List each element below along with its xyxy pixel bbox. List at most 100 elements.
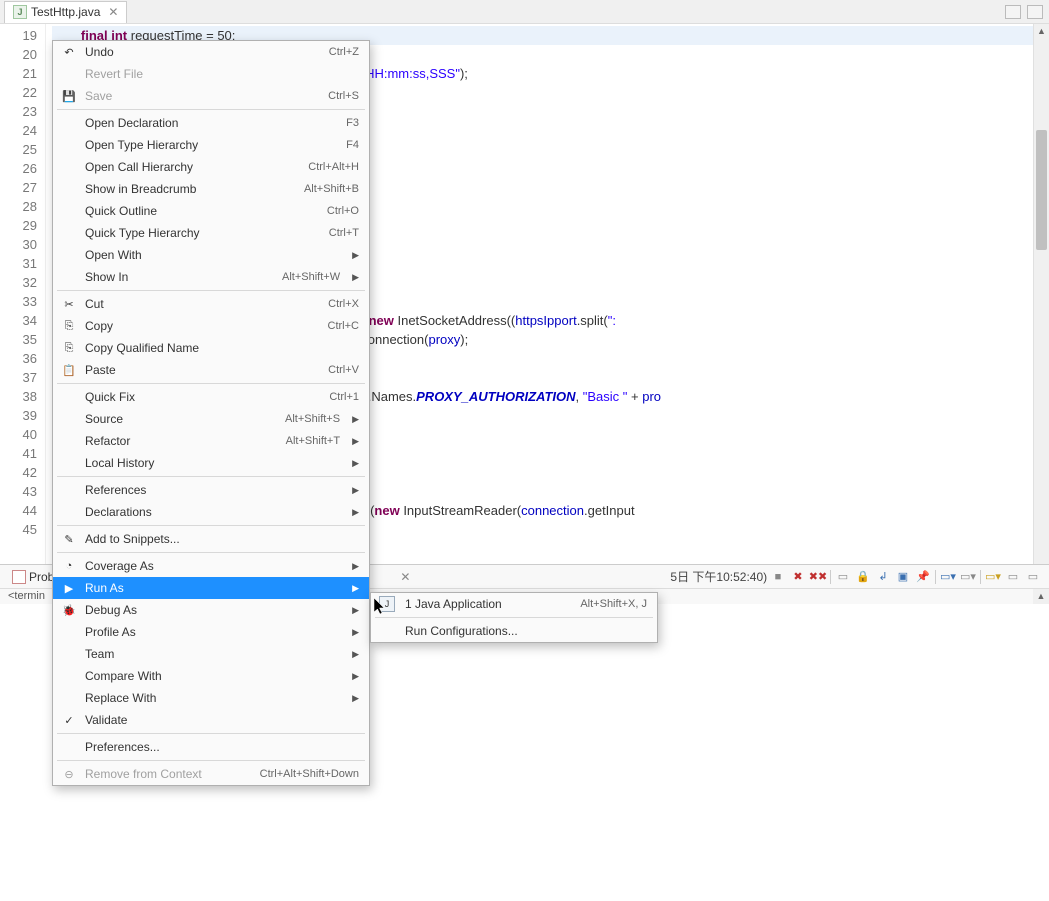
menu-item-open-call-hierarchy[interactable]: Open Call HierarchyCtrl+Alt+H — [53, 156, 369, 178]
menu-item-open-declaration[interactable]: Open DeclarationF3 — [53, 112, 369, 134]
menu-item-label: Quick Outline — [85, 204, 157, 218]
editor-tab[interactable]: J TestHttp.java ✕ — [4, 1, 127, 23]
menu-item-quick-fix[interactable]: Quick FixCtrl+1 — [53, 386, 369, 408]
clear-console-icon[interactable]: ▭ — [835, 569, 851, 585]
menu-item-icon: 💾 — [61, 88, 77, 104]
submenu-arrow-icon: ▶ — [344, 250, 359, 261]
line-number: 30 — [0, 235, 37, 254]
view-controls — [1005, 5, 1049, 19]
submenu-item-1-java-application[interactable]: J1 Java ApplicationAlt+Shift+X, J — [371, 593, 657, 615]
scroll-lock-icon[interactable]: 🔒 — [855, 569, 871, 585]
scroll-thumb[interactable] — [1036, 130, 1047, 250]
display-selected-icon[interactable]: ▭▾ — [940, 569, 956, 585]
menu-item-references[interactable]: References▶ — [53, 479, 369, 501]
menu-item-show-in-breadcrumb[interactable]: Show in BreadcrumbAlt+Shift+B — [53, 178, 369, 200]
menu-item-label: Team — [85, 647, 114, 661]
line-number: 36 — [0, 349, 37, 368]
vertical-scrollbar[interactable]: ▲ — [1033, 24, 1049, 564]
menu-item-label: Open Call Hierarchy — [85, 160, 193, 174]
menu-item-copy-qualified-name[interactable]: ⎘Copy Qualified Name — [53, 337, 369, 359]
line-number: 25 — [0, 140, 37, 159]
menu-item-label: Declarations — [85, 505, 152, 519]
menu-shortcut: Alt+Shift+S — [285, 413, 340, 425]
remove-all-icon[interactable]: ✖✖ — [810, 569, 826, 585]
menu-item-coverage-as[interactable]: ◔Coverage As▶ — [53, 555, 369, 577]
menu-item-icon: ▶ — [61, 580, 77, 596]
maximize-view-icon[interactable] — [1027, 5, 1043, 19]
word-wrap-icon[interactable]: ↲ — [875, 569, 891, 585]
menu-item-profile-as[interactable]: Profile As▶ — [53, 621, 369, 643]
console-timestamp: 5日 下午10:52:40) — [670, 568, 767, 585]
line-number: 34 — [0, 311, 37, 330]
menu-item-quick-outline[interactable]: Quick OutlineCtrl+O — [53, 200, 369, 222]
menu-item-icon: ✓ — [61, 712, 77, 728]
menu-item-preferences[interactable]: Preferences... — [53, 736, 369, 758]
menu-separator — [57, 760, 365, 761]
menu-separator — [375, 617, 653, 618]
menu-item-label: Revert File — [85, 67, 143, 81]
max-panel-icon[interactable]: ▭ — [1025, 569, 1041, 585]
pin-console-icon[interactable]: 📌 — [915, 569, 931, 585]
menu-item-open-type-hierarchy[interactable]: Open Type HierarchyF4 — [53, 134, 369, 156]
menu-item-label: Undo — [85, 45, 114, 59]
menu-item-remove-from-context: ⊖Remove from ContextCtrl+Alt+Shift+Down — [53, 763, 369, 785]
panel-scrollbar[interactable]: ▲ — [1033, 589, 1049, 604]
editor-tab-bar: J TestHttp.java ✕ — [0, 0, 1049, 24]
menu-item-refactor[interactable]: RefactorAlt+Shift+T▶ — [53, 430, 369, 452]
submenu-arrow-icon: ▶ — [344, 627, 359, 638]
menu-item-label: References — [85, 483, 146, 497]
menu-item-label: Refactor — [85, 434, 130, 448]
menu-item-show-in[interactable]: Show InAlt+Shift+W▶ — [53, 266, 369, 288]
new-console-icon[interactable]: ▭▾ — [985, 569, 1001, 585]
menu-item-undo[interactable]: ↶UndoCtrl+Z — [53, 41, 369, 63]
menu-item-label: Debug As — [85, 603, 137, 617]
line-number: 43 — [0, 482, 37, 501]
menu-separator — [57, 733, 365, 734]
menu-item-copy[interactable]: ⎘CopyCtrl+C — [53, 315, 369, 337]
menu-item-quick-type-hierarchy[interactable]: Quick Type HierarchyCtrl+T — [53, 222, 369, 244]
menu-item-team[interactable]: Team▶ — [53, 643, 369, 665]
menu-item-cut[interactable]: ✂CutCtrl+X — [53, 293, 369, 315]
menu-item-declarations[interactable]: Declarations▶ — [53, 501, 369, 523]
menu-item-debug-as[interactable]: 🐞Debug As▶ — [53, 599, 369, 621]
line-number: 21 — [0, 64, 37, 83]
menu-item-source[interactable]: SourceAlt+Shift+S▶ — [53, 408, 369, 430]
scroll-up-arrow[interactable]: ▲ — [1034, 26, 1049, 36]
close-tab-icon[interactable]: ✕ — [108, 5, 118, 19]
menu-item-run-as[interactable]: ▶Run As▶ — [53, 577, 369, 599]
menu-item-add-to-snippets[interactable]: ✎Add to Snippets... — [53, 528, 369, 550]
menu-item-label: Add to Snippets... — [85, 532, 180, 546]
menu-item-label: Paste — [85, 363, 116, 377]
menu-shortcut: Ctrl+T — [329, 227, 359, 239]
menu-separator — [57, 552, 365, 553]
menu-item-label: Open Type Hierarchy — [85, 138, 198, 152]
submenu-arrow-icon: ▶ — [344, 693, 359, 704]
line-number-gutter: 1920212223242526272829303132333435363738… — [0, 24, 46, 564]
menu-item-paste[interactable]: 📋PasteCtrl+V — [53, 359, 369, 381]
line-number: 27 — [0, 178, 37, 197]
menu-item-compare-with[interactable]: Compare With▶ — [53, 665, 369, 687]
menu-item-local-history[interactable]: Local History▶ — [53, 452, 369, 474]
menu-item-save: 💾SaveCtrl+S — [53, 85, 369, 107]
menu-item-icon: ⎘ — [61, 340, 77, 356]
submenu-arrow-icon: ▶ — [344, 561, 359, 572]
menu-item-icon: 📋 — [61, 362, 77, 378]
submenu-item-run-configurations[interactable]: Run Configurations... — [371, 620, 657, 642]
open-console-icon[interactable]: ▭▾ — [960, 569, 976, 585]
console-close-icon[interactable]: ✕ — [400, 570, 410, 584]
show-console-icon[interactable]: ▣ — [895, 569, 911, 585]
min-panel-icon[interactable]: ▭ — [1005, 569, 1021, 585]
line-number: 28 — [0, 197, 37, 216]
menu-item-label: Coverage As — [85, 559, 154, 573]
menu-item-replace-with[interactable]: Replace With▶ — [53, 687, 369, 709]
menu-item-open-with[interactable]: Open With▶ — [53, 244, 369, 266]
terminate-icon[interactable]: ■ — [770, 569, 786, 585]
menu-item-icon: ↶ — [61, 44, 77, 60]
menu-item-validate[interactable]: ✓Validate — [53, 709, 369, 731]
menu-shortcut: Alt+Shift+W — [282, 271, 340, 283]
submenu-item-label: 1 Java Application — [405, 597, 502, 611]
remove-launch-icon[interactable]: ✖ — [790, 569, 806, 585]
menu-separator — [57, 383, 365, 384]
minimize-view-icon[interactable] — [1005, 5, 1021, 19]
menu-shortcut: Ctrl+X — [328, 298, 359, 310]
